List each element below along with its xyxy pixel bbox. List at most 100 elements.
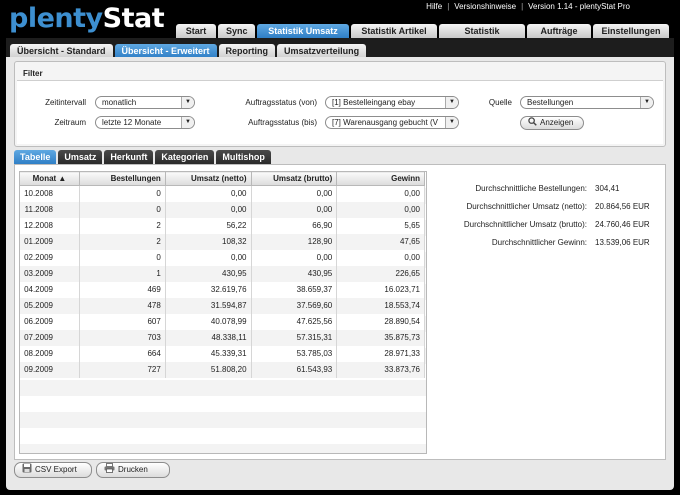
print-button[interactable]: Drucken <box>96 462 170 478</box>
zeitraum-label: Zeitraum <box>54 118 86 127</box>
table-cell: 703 <box>79 329 166 346</box>
table-cell: 40.078,99 <box>165 313 252 330</box>
table-cell: 35.875,73 <box>336 329 425 346</box>
chevron-down-icon: ▼ <box>181 97 194 108</box>
table-cell: 0 <box>79 185 166 202</box>
top-links: Hilfe | Versionshinweise | Version 1.14 … <box>426 2 630 11</box>
table-cell: 0,00 <box>251 201 338 218</box>
table-cell: 2 <box>79 217 166 234</box>
table-cell: 03.2009 <box>19 265 80 282</box>
status-bis-select[interactable]: [7] Warenausgang gebucht (V ▼ <box>325 116 459 129</box>
subtab-reporting[interactable]: Reporting <box>218 44 276 58</box>
chevron-down-icon: ▼ <box>445 117 458 128</box>
table-row[interactable]: 06.2009 607 40.078,99 47.625,56 28.890,54 <box>19 313 425 330</box>
tab-statistik-umsatz[interactable]: Statistik Umsatz <box>257 24 349 38</box>
status-von-label: Auftragsstatus (von) <box>245 98 317 107</box>
tab-sync[interactable]: Sync <box>218 24 255 38</box>
table-cell: 45.339,31 <box>165 345 252 362</box>
column-header-umsatz-netto[interactable]: Umsatz (netto) <box>164 171 252 186</box>
table-cell: 128,90 <box>251 233 338 250</box>
stat-row: Durchschnittlicher Umsatz (brutto): 24.76… <box>435 215 661 233</box>
subtab-umsatzverteilung[interactable]: Umsatzverteilung <box>277 44 367 58</box>
column-header-umsatz-brutto[interactable]: Umsatz (brutto) <box>250 171 338 186</box>
column-header-bestellungen[interactable]: Bestellungen <box>78 171 166 186</box>
table-row[interactable]: 01.2009 2 108,32 128,90 47,65 <box>19 233 425 250</box>
content-area: Filter Zeitintervall monatlich ▼ Zeitraum… <box>6 57 674 490</box>
table-cell: 430,95 <box>165 265 252 282</box>
stat-value: 304,41 <box>595 183 620 193</box>
zeitintervall-value: monatlich <box>102 98 137 107</box>
stat-label: Durchschnittlicher Umsatz (brutto): <box>463 219 587 229</box>
column-header-gewinn[interactable]: Gewinn <box>336 171 425 186</box>
table-cell: 0,00 <box>251 185 338 202</box>
tab-tabelle[interactable]: Tabelle <box>14 150 57 164</box>
table-header-row: Monat ▲ Bestellungen Umsatz (netto) Umsa… <box>19 171 425 186</box>
quelle-select[interactable]: Bestellungen ▼ <box>520 96 654 109</box>
tab-kategorien[interactable]: Kategorien <box>155 150 215 164</box>
table-cell: 28.971,33 <box>336 345 425 362</box>
zeitraum-select[interactable]: letzte 12 Monate ▼ <box>95 116 195 129</box>
table-cell: 61.543,93 <box>251 361 338 378</box>
table-cell: 28.890,54 <box>336 313 425 330</box>
search-icon <box>528 116 537 130</box>
help-link[interactable]: Hilfe <box>426 2 442 11</box>
table-cell: 0,00 <box>165 185 252 202</box>
table-cell: 07.2009 <box>19 329 80 346</box>
release-notes-link[interactable]: Versionshinweise <box>454 2 516 11</box>
table-cell: 04.2009 <box>19 281 80 298</box>
subtab-uebersicht-erweitert[interactable]: Übersicht - Erweitert <box>114 44 217 58</box>
table-row[interactable]: 10.2008 0 0,00 0,00 0,00 <box>19 185 425 202</box>
tab-multishop[interactable]: Multishop <box>216 150 271 164</box>
table-row[interactable]: 12.2008 2 56,22 66,90 5,65 <box>19 217 425 234</box>
tab-statistik-kunden[interactable]: Statistik Kunden <box>439 24 525 50</box>
table-row[interactable]: 07.2009 703 48.338,11 57.315,31 35.875,73 <box>19 329 425 346</box>
csv-export-label: CSV Export <box>35 465 77 474</box>
tab-einstellungen[interactable]: Einstellungen <box>593 24 669 38</box>
table-row[interactable]: 08.2009 664 45.339,31 53.785,03 28.971,33 <box>19 345 425 362</box>
table-cell: 0,00 <box>336 201 425 218</box>
app-logo: plentyStat <box>9 3 165 34</box>
table-cell: 16.023,71 <box>336 281 425 298</box>
printer-icon <box>104 463 115 477</box>
zeitintervall-select[interactable]: monatlich ▼ <box>95 96 195 109</box>
table-cell: 09.2009 <box>19 361 80 378</box>
tab-herkunft[interactable]: Herkunft <box>104 150 154 164</box>
table-cell: 51.808,20 <box>165 361 252 378</box>
column-header-monat[interactable]: Monat ▲ <box>19 171 80 186</box>
tab-auftraege[interactable]: Aufträge <box>527 24 591 38</box>
tab-start[interactable]: Start <box>176 24 216 38</box>
table-cell: 02.2009 <box>19 249 80 266</box>
table-cell: 469 <box>79 281 166 298</box>
stat-label: Durchschnittlicher Umsatz (netto): <box>466 201 587 211</box>
subtab-uebersicht-standard[interactable]: Übersicht - Standard <box>10 44 113 58</box>
disk-icon <box>22 463 32 477</box>
table-cell: 57.315,31 <box>251 329 338 346</box>
table-cell: 47.625,56 <box>251 313 338 330</box>
separator: | <box>447 2 450 11</box>
chevron-down-icon: ▼ <box>181 117 194 128</box>
summary-stats: Durchschnittliche Bestellungen: 304,41 Du… <box>435 179 661 251</box>
anzeigen-button[interactable]: Anzeigen <box>520 116 584 130</box>
table-cell: 0,00 <box>251 249 338 266</box>
table-row[interactable]: 05.2009 478 31.594,87 37.569,60 18.553,74 <box>19 297 425 314</box>
table-row[interactable]: 02.2009 0 0,00 0,00 0,00 <box>19 249 425 266</box>
filter-title: Filter <box>23 69 43 78</box>
csv-export-button[interactable]: CSV Export <box>14 462 92 478</box>
status-von-select[interactable]: [1] Bestelleingang ebay ▼ <box>325 96 459 109</box>
table-cell: 2 <box>79 233 166 250</box>
table-row[interactable]: 03.2009 1 430,95 430,95 226,65 <box>19 265 425 282</box>
table-cell: 10.2008 <box>19 185 80 202</box>
table-row[interactable]: 09.2009 727 51.808,20 61.543,93 33.873,76 <box>19 361 425 378</box>
table-row[interactable]: 04.2009 469 32.619,76 38.659,37 16.023,71 <box>19 281 425 298</box>
tab-umsatz[interactable]: Umsatz <box>58 150 103 164</box>
table-cell: 0,00 <box>336 249 425 266</box>
zeitintervall-label: Zeitintervall <box>45 98 86 107</box>
table-row[interactable]: 11.2008 0 0,00 0,00 0,00 <box>19 201 425 218</box>
separator: | <box>521 2 524 11</box>
stat-row: Durchschnittliche Bestellungen: 304,41 <box>435 179 661 197</box>
table-cell: 0 <box>79 249 166 266</box>
tab-statistik-artikel[interactable]: Statistik Artikel <box>351 24 437 38</box>
table-cell: 48.338,11 <box>165 329 252 346</box>
table-cell: 0,00 <box>336 185 425 202</box>
status-von-value: [1] Bestelleingang ebay <box>332 98 416 107</box>
